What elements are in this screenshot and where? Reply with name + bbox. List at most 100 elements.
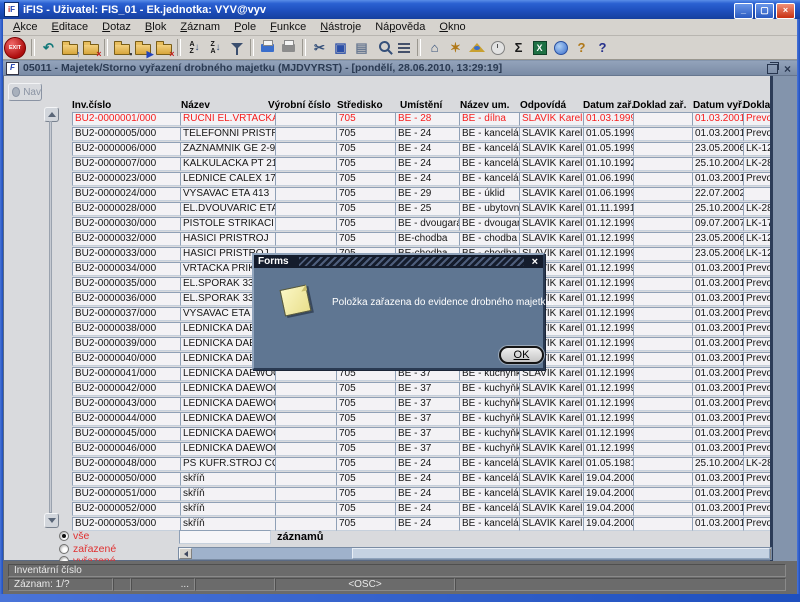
cell-datum-zar[interactable]: 01.10.1992: [583, 157, 637, 171]
cell-nazev[interactable]: PS KUFR.STROJ CONS: [180, 457, 279, 471]
cell-umisteni[interactable]: BE - 24: [395, 142, 463, 156]
cell-datum-vyr[interactable]: 25.10.2004: [692, 157, 747, 171]
menu-dotaz[interactable]: Dotaz: [95, 20, 138, 34]
cell-inv[interactable]: BU2-0000001/000: [72, 112, 184, 126]
cell-nazev-um[interactable]: BE - kancelář: [459, 172, 523, 186]
cell-vyrobni[interactable]: [275, 112, 340, 126]
cell-odpovida[interactable]: SLAVÍK Karel 9:: [519, 217, 587, 231]
cell-doklad-zar[interactable]: [633, 142, 696, 156]
cell-datum-vyr[interactable]: 01.03.2001: [692, 172, 747, 186]
cell-odpovida[interactable]: SLAVÍK Karel 9:: [519, 397, 587, 411]
list-values-icon[interactable]: [393, 37, 414, 58]
cell-nazev[interactable]: LEDNICKA DAEWOO FF: [180, 427, 279, 441]
cell-inv[interactable]: BU2-0000040/000: [72, 352, 184, 366]
cell-doklad-zar[interactable]: [633, 322, 696, 336]
menu-akce[interactable]: Akce: [6, 20, 44, 34]
cell-stredisko[interactable]: 705: [336, 112, 399, 126]
cell-doklad-zar[interactable]: [633, 517, 696, 531]
cell-umisteni[interactable]: BE - 24: [395, 517, 463, 531]
prism-icon[interactable]: [466, 37, 487, 58]
cell-nazev-um[interactable]: BE - kuchyňka: [459, 412, 523, 426]
cell-inv[interactable]: BU2-0000045/000: [72, 427, 184, 441]
cell-doklad-zar[interactable]: [633, 457, 696, 471]
cell-inv[interactable]: BU2-0000039/000: [72, 337, 184, 351]
cell-datum-vyr[interactable]: 22.07.2002: [692, 187, 747, 201]
cell-doklad-zar[interactable]: [633, 367, 696, 381]
cell-umisteni[interactable]: BE - dvougaráž: [395, 217, 463, 231]
cell-inv[interactable]: BU2-0000032/000: [72, 232, 184, 246]
cell-datum-zar[interactable]: 19.04.2000: [583, 517, 637, 531]
cell-nazev[interactable]: skříň: [180, 472, 279, 486]
cell-vyrobni[interactable]: [275, 142, 340, 156]
cell-vyrobni[interactable]: [275, 427, 340, 441]
cell-datum-zar[interactable]: 01.12.1999: [583, 322, 637, 336]
cell-doklad-zar[interactable]: [633, 412, 696, 426]
save-icon[interactable]: ▪: [111, 37, 132, 58]
cell-datum-zar[interactable]: 01.12.1999: [583, 262, 637, 276]
home-icon[interactable]: ⌂: [424, 37, 445, 58]
cell-inv[interactable]: BU2-0000030/000: [72, 217, 184, 231]
cell-inv[interactable]: BU2-0000007/000: [72, 157, 184, 171]
cell-datum-vyr[interactable]: 01.03.2001: [692, 472, 747, 486]
cell-doklad-zar[interactable]: [633, 112, 696, 126]
menu-nstroje[interactable]: Nástroje: [313, 20, 368, 34]
cell-datum-vyr[interactable]: 23.05.2006: [692, 232, 747, 246]
cell-datum-vyr[interactable]: 09.07.2007: [692, 217, 747, 231]
cell-stredisko[interactable]: 705: [336, 157, 399, 171]
cell-datum-zar[interactable]: 01.12.1999: [583, 217, 637, 231]
cell-umisteni[interactable]: BE - 37: [395, 442, 463, 456]
clock-icon[interactable]: [487, 37, 508, 58]
cell-nazev[interactable]: RUCNI EL.VRTACKA: [180, 112, 279, 126]
cell-inv[interactable]: BU2-0000041/000: [72, 367, 184, 381]
cell-datum-zar[interactable]: 01.12.1999: [583, 337, 637, 351]
cell-stredisko[interactable]: 705: [336, 487, 399, 501]
open-form-icon[interactable]: ↑: [59, 37, 80, 58]
cell-datum-zar[interactable]: 01.12.1999: [583, 307, 637, 321]
cell-inv[interactable]: BU2-0000034/000: [72, 262, 184, 276]
cell-inv[interactable]: BU2-0000033/000: [72, 247, 184, 261]
cell-inv[interactable]: BU2-0000046/000: [72, 442, 184, 456]
cell-nazev[interactable]: EL.DVOUVARIC ETA 11: [180, 202, 279, 216]
cell-inv[interactable]: BU2-0000048/000: [72, 457, 184, 471]
cell-nazev[interactable]: VYSAVAC ETA 413: [180, 187, 279, 201]
rollback-icon[interactable]: ↶: [38, 37, 59, 58]
cell-datum-vyr[interactable]: 01.03.2001: [692, 292, 747, 306]
cell-nazev-um[interactable]: BE - kuchyňka: [459, 397, 523, 411]
cell-odpovida[interactable]: SLAVÍK Karel 9:: [519, 142, 587, 156]
exit-button[interactable]: EXIT: [4, 37, 26, 59]
scroll-left-button[interactable]: [179, 548, 192, 559]
sort-ascending-icon[interactable]: AZ↓: [184, 37, 205, 58]
cell-doklad-zar[interactable]: [633, 307, 696, 321]
cell-odpovida[interactable]: SLAVÍK Karel 9:: [519, 187, 587, 201]
cell-stredisko[interactable]: 705: [336, 502, 399, 516]
cell-doklad-zar[interactable]: [633, 472, 696, 486]
cell-stredisko[interactable]: 705: [336, 427, 399, 441]
cancel-query-icon[interactable]: ×: [153, 37, 174, 58]
cell-datum-vyr[interactable]: 01.03.2001: [692, 397, 747, 411]
record-scroll-down[interactable]: [44, 513, 59, 528]
cell-doklad-zar[interactable]: [633, 487, 696, 501]
cell-nazev[interactable]: skříň: [180, 487, 279, 501]
help-icon[interactable]: ?: [592, 37, 613, 58]
cell-stredisko[interactable]: 705: [336, 442, 399, 456]
cell-stredisko[interactable]: 705: [336, 397, 399, 411]
cell-vyrobni[interactable]: [275, 202, 340, 216]
cell-stredisko[interactable]: 705: [336, 127, 399, 141]
cell-nazev[interactable]: KALKULACKA PT 212: [180, 157, 279, 171]
cell-inv[interactable]: BU2-0000023/000: [72, 172, 184, 186]
cell-datum-vyr[interactable]: 23.05.2006: [692, 142, 747, 156]
cell-datum-vyr[interactable]: 01.03.2001: [692, 322, 747, 336]
menu-editace[interactable]: Editace: [44, 20, 95, 34]
cell-datum-zar[interactable]: 19.04.2000: [583, 472, 637, 486]
insert-record-icon[interactable]: ▣: [330, 37, 351, 58]
cell-inv[interactable]: BU2-0000038/000: [72, 322, 184, 336]
cell-nazev[interactable]: LEDNICKA DAEWOO FF: [180, 412, 279, 426]
web-icon[interactable]: [550, 37, 571, 58]
cell-nazev-um[interactable]: BE - kancelář: [459, 157, 523, 171]
cell-vyrobni[interactable]: [275, 502, 340, 516]
cell-stredisko[interactable]: 705: [336, 187, 399, 201]
cell-nazev-um[interactable]: BE - kuchyňka: [459, 382, 523, 396]
ok-button[interactable]: OK: [499, 346, 544, 364]
cell-nazev[interactable]: PISTOLE STRIKACI: [180, 217, 279, 231]
cell-inv[interactable]: BU2-0000052/000: [72, 502, 184, 516]
